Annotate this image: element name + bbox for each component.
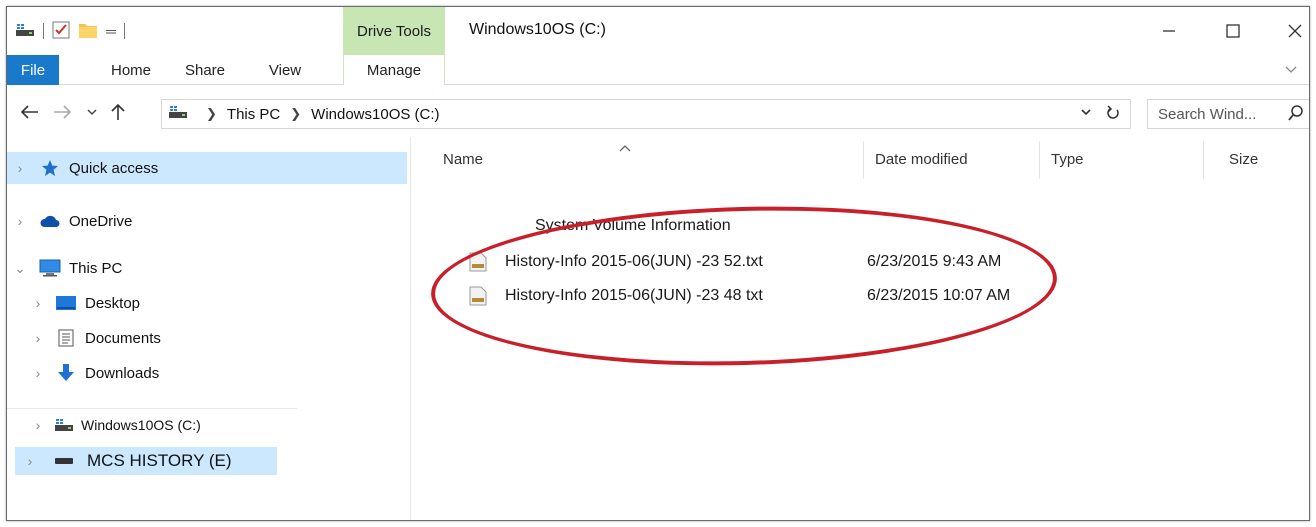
customize-toolbar-icon[interactable]: ═ — [106, 23, 116, 39]
minimize-button[interactable] — [1149, 17, 1189, 45]
nav-item-this-pc[interactable]: ⌄ This PC — [7, 252, 407, 284]
os-drive-icon — [53, 416, 75, 434]
file-row-system-volume-information[interactable]: System Volume Information — [535, 211, 731, 241]
documents-icon — [55, 329, 77, 347]
drive-icon — [168, 104, 188, 124]
ribbon-tabs: File Home Share View Manage — [7, 55, 1309, 85]
collapse-chevron-icon[interactable]: ⌄ — [11, 260, 29, 277]
nav-item-desktop[interactable]: › Desktop — [7, 287, 407, 319]
properties-checkbox-icon[interactable] — [52, 21, 70, 42]
expand-chevron-icon[interactable]: › — [29, 417, 47, 433]
file-row[interactable]: History-Info 2015-06(JUN) -23 52.txt 6/2… — [469, 247, 1001, 277]
file-explorer-window: ═ Drive Tools Windows10OS (C:) File Home… — [6, 6, 1310, 521]
file-name: History-Info 2015-06(JUN) -23 48 txt — [505, 287, 763, 304]
maximize-button[interactable] — [1213, 17, 1253, 45]
expand-chevron-icon[interactable]: › — [29, 295, 47, 311]
file-list: Name Date modified Type Size System Volu… — [411, 131, 1309, 520]
forward-button[interactable] — [51, 101, 73, 123]
nav-item-documents[interactable]: › Documents — [7, 322, 407, 354]
drive-tools-tab-group: Drive Tools — [343, 7, 445, 55]
breadcrumb-this-pc[interactable]: This PC — [227, 106, 280, 123]
expand-chevron-icon[interactable]: › — [29, 365, 47, 381]
search-input[interactable]: Search Wind... — [1147, 99, 1309, 129]
file-date-modified: 6/23/2015 9:43 AM — [867, 253, 1002, 270]
nav-item-windows10os-drive[interactable]: › Windows10OS (C:) — [7, 408, 297, 440]
expand-chevron-icon[interactable]: › — [21, 453, 39, 469]
desktop-folder-icon — [55, 294, 77, 312]
column-header-date-modified[interactable]: Date modified — [875, 151, 968, 168]
column-header-name[interactable]: Name — [443, 151, 483, 168]
refresh-icon[interactable] — [1106, 105, 1120, 125]
file-date-modified: 6/23/2015 10:07 AM — [867, 287, 1011, 304]
breadcrumb-chevron-icon[interactable]: ❯ — [290, 106, 301, 122]
window-title: Windows10OS (C:) — [469, 21, 606, 38]
drive-icon — [15, 22, 35, 41]
file-name: History-Info 2015-06(JUN) -23 52.txt — [505, 253, 763, 270]
tab-home[interactable]: Home — [101, 55, 161, 85]
recent-locations-chevron-icon[interactable] — [81, 101, 103, 123]
navigation-pane: › Quick access › OneDrive ⌄ This PC › De… — [7, 137, 411, 520]
expand-chevron-icon[interactable]: › — [11, 213, 29, 229]
nav-item-downloads[interactable]: › Downloads — [7, 357, 407, 389]
close-button[interactable] — [1275, 17, 1309, 45]
nav-item-quick-access[interactable]: › Quick access — [7, 152, 407, 184]
tab-file[interactable]: File — [7, 55, 59, 85]
usb-drive-icon — [53, 452, 75, 470]
nav-item-mcs-history-drive[interactable]: › MCS HISTORY (E) — [15, 447, 277, 475]
text-file-icon — [469, 252, 505, 272]
column-header-size[interactable]: Size — [1229, 151, 1258, 168]
sort-ascending-icon — [619, 141, 631, 155]
quick-access-toolbar: ═ — [15, 19, 125, 43]
breadcrumb-chevron-icon[interactable]: ❯ — [206, 106, 217, 122]
file-row[interactable]: History-Info 2015-06(JUN) -23 48 txt 6/2… — [469, 281, 1010, 311]
download-arrow-icon — [55, 364, 77, 382]
column-header-type[interactable]: Type — [1051, 151, 1084, 168]
up-button[interactable] — [107, 101, 129, 123]
star-icon — [39, 159, 61, 177]
navigation-row: ❯ This PC ❯ Windows10OS (C:) Search Wind… — [7, 95, 1309, 131]
tab-view[interactable]: View — [255, 55, 315, 85]
address-bar[interactable]: ❯ This PC ❯ Windows10OS (C:) — [161, 99, 1131, 129]
nav-item-onedrive[interactable]: › OneDrive — [7, 205, 407, 237]
new-folder-icon[interactable] — [78, 21, 98, 42]
search-icon[interactable] — [1288, 105, 1304, 125]
expand-ribbon-icon[interactable] — [1283, 61, 1299, 77]
search-placeholder: Search Wind... — [1158, 105, 1257, 123]
expand-chevron-icon[interactable]: › — [11, 160, 29, 176]
computer-icon — [39, 259, 61, 277]
expand-chevron-icon[interactable]: › — [29, 330, 47, 346]
tab-share[interactable]: Share — [175, 55, 235, 85]
back-button[interactable] — [19, 101, 41, 123]
address-history-chevron-icon[interactable] — [1080, 106, 1092, 121]
title-bar: ═ Drive Tools Windows10OS (C:) — [7, 7, 1309, 55]
file-name: System Volume Information — [535, 217, 731, 234]
tab-manage[interactable]: Manage — [343, 55, 445, 85]
text-file-icon — [469, 286, 505, 306]
cloud-icon — [39, 212, 61, 230]
breadcrumb-current-drive[interactable]: Windows10OS (C:) — [311, 106, 439, 123]
